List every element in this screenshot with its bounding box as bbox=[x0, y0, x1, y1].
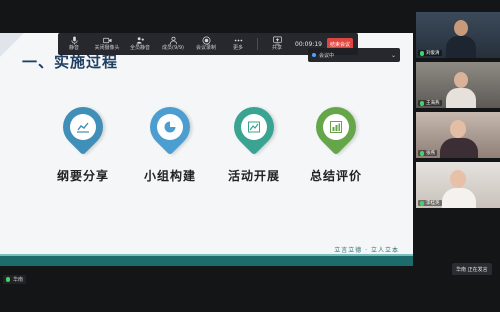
slide-item-label: 活动开展 bbox=[227, 169, 280, 183]
microphone-icon bbox=[6, 277, 10, 282]
self-name: 华南 bbox=[13, 277, 24, 283]
share-screen-button[interactable]: 共享 bbox=[261, 33, 293, 55]
participant-name-tag: 张燕 bbox=[418, 150, 437, 156]
participant-name: 刘俊清 bbox=[426, 51, 440, 56]
share-label: 共享 bbox=[271, 45, 282, 51]
participant-video[interactable]: 张燕 bbox=[416, 112, 500, 158]
self-name-tag: 华南 bbox=[3, 275, 27, 284]
microphone-icon bbox=[420, 50, 424, 56]
chevron-down-icon: ⌄ bbox=[390, 51, 396, 59]
active-speaker-indicator: 华南 正在发言 bbox=[452, 263, 492, 275]
slide-footer-band bbox=[0, 256, 413, 266]
participant-name-tag: 王海燕 bbox=[418, 100, 442, 106]
shared-slide: 一、实施过程 纲要分享 小组构建 活动开展 总结评价 立言立德 · 立人立本 bbox=[0, 33, 413, 266]
record-label: 会议录制 bbox=[195, 45, 216, 51]
slide-item-outline-sharing: 纲要分享 bbox=[43, 98, 123, 184]
mute-all-button[interactable]: 全员静音 bbox=[124, 33, 156, 55]
slide-item-label: 总结评价 bbox=[309, 169, 362, 183]
participant-video[interactable]: 李桂英 bbox=[416, 162, 500, 208]
participant-list: 刘俊清 王海燕 张燕 李桂英 bbox=[416, 12, 500, 212]
meeting-status-chip[interactable]: 会议中 ⌄ bbox=[308, 48, 400, 62]
microphone-icon bbox=[420, 200, 424, 206]
slide-item-activity: 活动开展 bbox=[214, 98, 294, 184]
mute-all-label: 全员静音 bbox=[129, 45, 150, 51]
teardrop-badge bbox=[307, 98, 365, 156]
more-label: 更多 bbox=[232, 45, 243, 51]
microphone-icon bbox=[420, 150, 424, 156]
meeting-window: 一、实施过程 纲要分享 小组构建 活动开展 总结评价 立言立德 · 立人立本 静… bbox=[0, 0, 500, 312]
members-button[interactable]: 成员(9/9) bbox=[156, 33, 190, 55]
slide-footer-slogan: 立言立德 · 立人立本 bbox=[334, 247, 399, 254]
microphone-icon bbox=[70, 36, 78, 45]
record-icon bbox=[202, 36, 210, 45]
end-meeting-label: 结束会议 bbox=[329, 41, 350, 48]
participant-name: 王海燕 bbox=[426, 101, 440, 106]
camera-off-label: 关闭摄像头 bbox=[94, 45, 120, 51]
participant-name: 张燕 bbox=[426, 151, 435, 156]
microphone-icon bbox=[420, 100, 424, 106]
members-icon bbox=[169, 36, 177, 45]
participant-video[interactable]: 刘俊清 bbox=[416, 12, 500, 58]
area-chart-icon bbox=[248, 121, 260, 133]
active-speaker-text: 华南 正在发言 bbox=[456, 266, 488, 273]
participant-video[interactable]: 王海燕 bbox=[416, 62, 500, 108]
more-icon bbox=[234, 39, 242, 42]
line-chart-icon bbox=[77, 122, 89, 133]
record-button[interactable]: 会议录制 bbox=[190, 33, 222, 55]
slide-corner-decoration bbox=[0, 33, 24, 57]
participant-name-tag: 李桂英 bbox=[418, 200, 442, 206]
bar-chart-icon bbox=[330, 121, 342, 133]
camera-icon bbox=[102, 37, 112, 44]
toolbar-divider bbox=[257, 38, 258, 50]
teardrop-badge bbox=[225, 98, 283, 156]
meeting-timer: 00:09:19 bbox=[295, 40, 322, 48]
share-screen-icon bbox=[272, 36, 282, 45]
members-label: 成员(9/9) bbox=[162, 45, 184, 51]
slide-item-group-building: 小组构建 bbox=[130, 98, 210, 184]
slide-icon-row: 纲要分享 小组构建 活动开展 总结评价 bbox=[0, 98, 413, 217]
camera-off-button[interactable]: 关闭摄像头 bbox=[90, 33, 124, 55]
meeting-status-label: 会议中 bbox=[319, 52, 335, 59]
participant-name-tag: 刘俊清 bbox=[418, 50, 442, 56]
pie-chart-icon bbox=[164, 121, 176, 133]
slide-item-label: 小组构建 bbox=[143, 169, 196, 183]
slide-item-label: 纲要分享 bbox=[56, 169, 109, 183]
mute-all-icon bbox=[136, 37, 144, 44]
more-button[interactable]: 更多 bbox=[222, 33, 254, 55]
teardrop-badge bbox=[141, 98, 199, 156]
mute-label: 静音 bbox=[68, 45, 79, 51]
teardrop-badge bbox=[54, 98, 112, 156]
participant-name: 李桂英 bbox=[426, 201, 440, 206]
mute-button[interactable]: 静音 bbox=[58, 33, 90, 55]
status-dot-icon bbox=[312, 53, 316, 57]
slide-item-evaluation: 总结评价 bbox=[296, 98, 376, 184]
